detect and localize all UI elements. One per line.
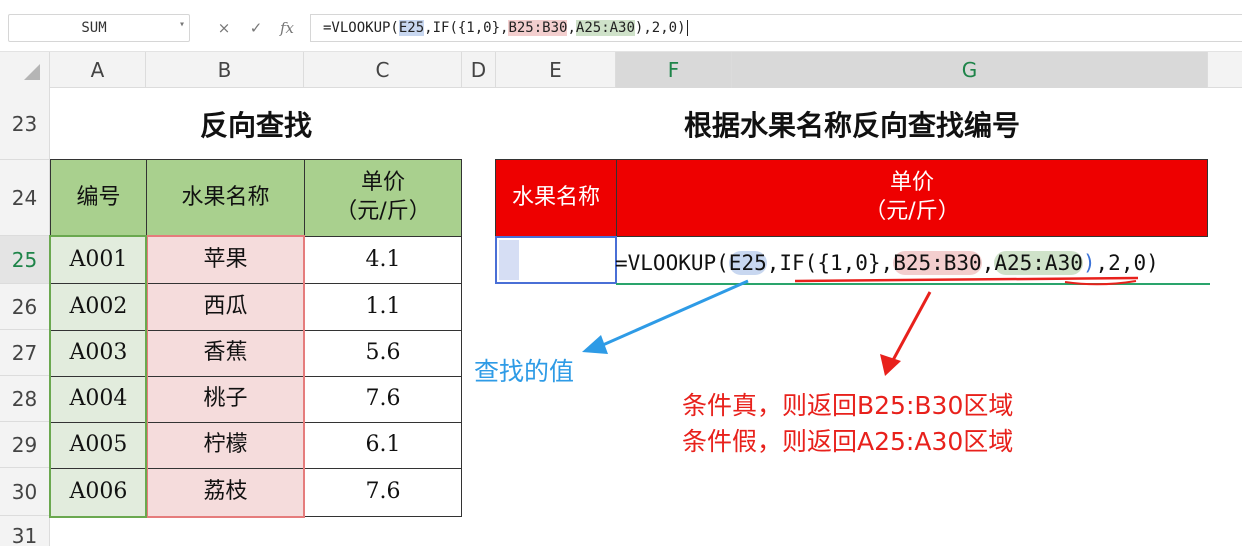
annotation-condition-false: 条件假，则返回A25:A30区域 (682, 427, 1014, 456)
blue-arrow-head (582, 335, 608, 354)
blue-arrow-line (595, 279, 749, 350)
annotation-lookup-value: 查找的值 (474, 357, 575, 386)
annotation-arrows (582, 276, 1139, 376)
red-arrow-head (880, 354, 901, 376)
a25-underline (1064, 280, 1137, 286)
red-arrow-line (890, 291, 932, 363)
if-underline (794, 276, 1139, 283)
annotation-condition-true: 条件真，则返回B25:B30区域 (682, 391, 1014, 420)
